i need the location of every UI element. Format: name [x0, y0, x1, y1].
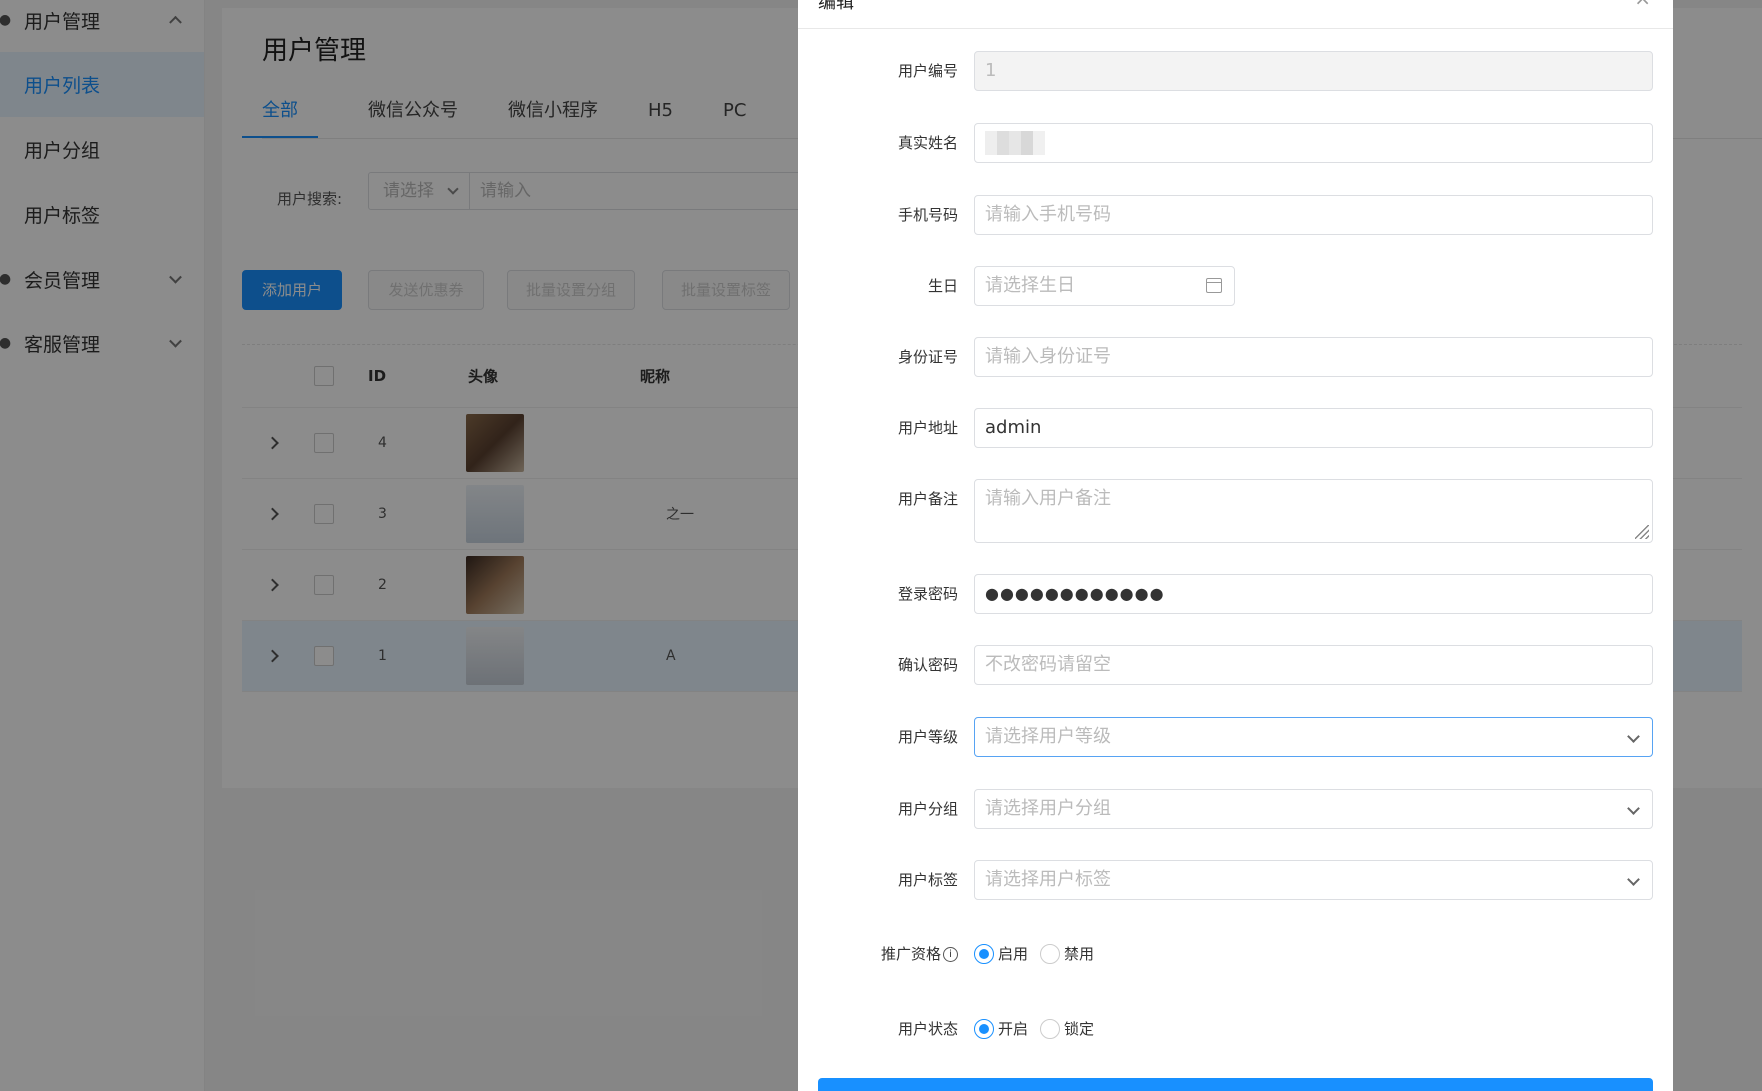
field-label: 登录密码 — [897, 585, 958, 603]
modal-header: 编辑 × — [798, 0, 1673, 29]
phone-input[interactable]: 请输入手机号码 — [974, 195, 1653, 235]
tags-placeholder: 请选择用户标签 — [985, 869, 1111, 890]
close-icon[interactable]: × — [1634, 0, 1651, 10]
level-placeholder: 请选择用户等级 — [985, 726, 1111, 747]
field-label: 用户标签 — [897, 871, 958, 889]
blurred-name — [985, 131, 1045, 155]
chevron-down-icon — [1627, 873, 1640, 886]
real-name-input[interactable] — [974, 123, 1653, 163]
field-label: 身份证号 — [897, 348, 958, 366]
field-label: 用户编号 — [897, 62, 958, 80]
field-label: 用户地址 — [897, 419, 958, 437]
field-label: 用户分组 — [897, 800, 958, 818]
status-radio-group: 开启 锁定 — [974, 1018, 1106, 1039]
modal-title: 编辑 — [818, 0, 854, 13]
group-placeholder: 请选择用户分组 — [985, 798, 1111, 819]
field-label: 手机号码 — [897, 206, 958, 224]
status-open-radio[interactable] — [974, 1018, 994, 1039]
radio-label[interactable]: 启用 — [998, 943, 1028, 964]
chevron-down-icon — [1627, 802, 1640, 815]
info-icon[interactable]: i — [943, 947, 958, 962]
birthday-date-picker[interactable]: 请选择生日 — [974, 266, 1235, 306]
remark-placeholder: 请输入用户备注 — [985, 488, 1111, 509]
field-label: 用户等级 — [897, 728, 958, 746]
promotion-label-text: 推广资格 — [880, 945, 941, 963]
address-input[interactable]: admin — [974, 408, 1653, 448]
password-input[interactable]: ●●●●●●●●●●●● — [974, 574, 1653, 614]
edit-user-modal: 编辑 × 用户编号 1 真实姓名 手机号码 请输入手机号码 生日 请选择生日 身… — [798, 0, 1673, 1091]
resize-handle-icon[interactable] — [1635, 525, 1649, 539]
user-id-input: 1 — [974, 51, 1653, 91]
radio-label[interactable]: 锁定 — [1064, 1018, 1094, 1039]
field-label: 用户状态 — [897, 1020, 958, 1038]
submit-button[interactable] — [818, 1078, 1653, 1091]
field-label: 生日 — [927, 277, 958, 295]
birthday-placeholder: 请选择生日 — [985, 275, 1075, 296]
field-label: 推广资格 i — [881, 943, 958, 964]
id-card-input[interactable]: 请输入身份证号 — [974, 337, 1653, 377]
radio-label[interactable]: 禁用 — [1064, 943, 1094, 964]
confirm-password-input[interactable]: 不改密码请留空 — [974, 645, 1653, 685]
radio-label[interactable]: 开启 — [998, 1018, 1028, 1039]
level-select[interactable]: 请选择用户等级 — [974, 717, 1653, 757]
remark-textarea[interactable]: 请输入用户备注 — [974, 479, 1653, 543]
field-label: 确认密码 — [897, 656, 958, 674]
calendar-icon — [1206, 278, 1222, 293]
field-label: 用户备注 — [897, 490, 958, 508]
promotion-enable-radio[interactable] — [974, 943, 994, 964]
promotion-radio-group: 启用 禁用 — [974, 943, 1106, 964]
chevron-down-icon — [1627, 730, 1640, 743]
field-label: 真实姓名 — [897, 134, 958, 152]
tags-select[interactable]: 请选择用户标签 — [974, 860, 1653, 900]
group-select[interactable]: 请选择用户分组 — [974, 789, 1653, 829]
status-lock-radio[interactable] — [1040, 1018, 1061, 1039]
promotion-disable-radio[interactable] — [1040, 943, 1061, 964]
